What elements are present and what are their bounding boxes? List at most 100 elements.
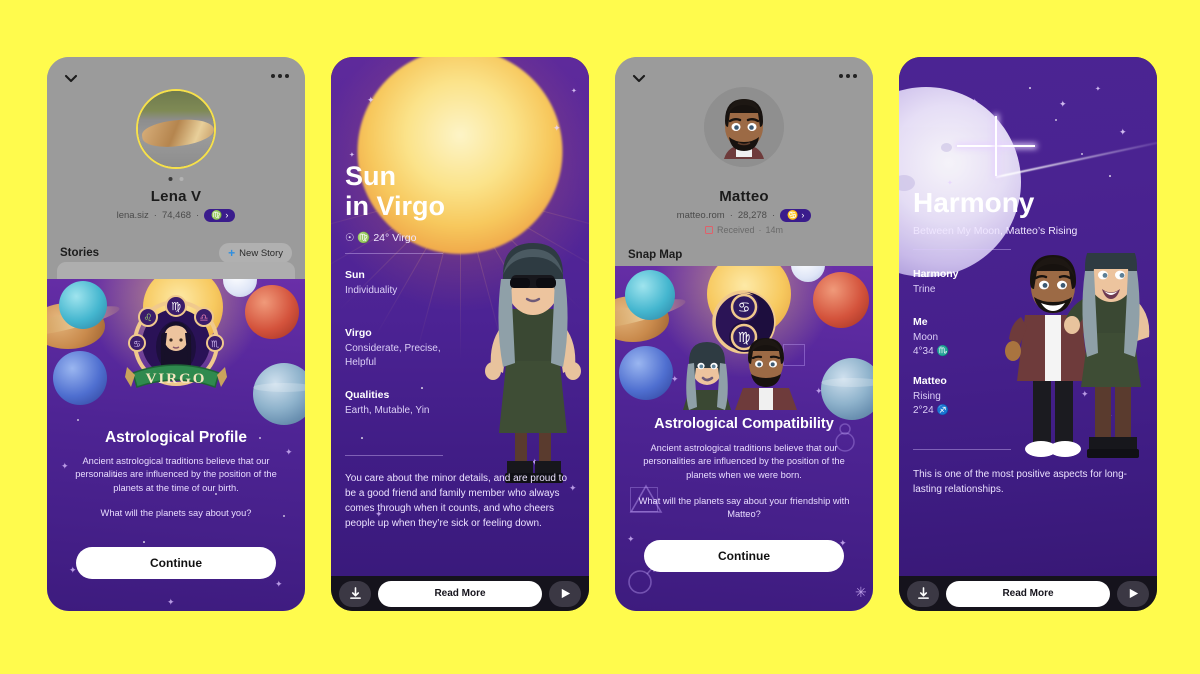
meta-dot: · <box>771 210 776 221</box>
detail-paragraph: This is one of the most positive aspects… <box>913 469 1127 495</box>
status-label: Received <box>716 225 755 235</box>
meta-dot: · <box>758 225 762 235</box>
meta-dot: · <box>196 210 200 221</box>
section-title: Stories <box>60 247 99 259</box>
card-body: Ancient astrological traditions believe … <box>643 443 845 480</box>
continue-button[interactable]: Continue <box>644 540 844 572</box>
divider <box>345 455 443 456</box>
avatar[interactable] <box>136 89 216 169</box>
more-options-icon[interactable] <box>271 74 289 78</box>
bitmoji-lena-head <box>677 338 737 410</box>
detail-title: Harmony <box>913 187 1035 218</box>
zodiac-glyph-icon: ♍ <box>211 210 223 220</box>
download-icon[interactable] <box>339 580 371 607</box>
block-value-virgo: Considerate, Precise, Helpful <box>345 343 441 368</box>
svg-text:♏: ♏ <box>211 340 219 350</box>
card-question: What will the planets say about you? <box>100 508 252 518</box>
continue-button[interactable]: Continue <box>76 547 276 579</box>
stories-section-header: Stories + New Story <box>47 243 305 263</box>
phone-harmony: ✦ ✦ ✦ ✦ ✦ ✦ ✦ ✦ ✦ ✕ <box>899 57 1157 611</box>
read-more-button[interactable]: Read More <box>946 580 1110 607</box>
chevron-right-icon: › <box>225 210 229 220</box>
block-degree-matteo: 2°24 ♐ <box>913 404 949 418</box>
block-value-me: Moon <box>913 332 939 343</box>
snapscore: 28,278 <box>737 210 767 221</box>
status-time: 14m <box>765 225 784 235</box>
profile-meta: matteo.rom · 28,278 · ♋ › <box>615 209 873 222</box>
bitmoji-matteo-head <box>733 334 799 410</box>
page-title: Matteo <box>719 188 769 205</box>
snapscore: 74,468 <box>161 210 192 221</box>
svg-text:♍: ♍ <box>171 300 181 313</box>
page-title: Lena V <box>150 188 202 205</box>
card-body: Ancient astrological traditions believe … <box>75 456 277 493</box>
meta-dot: · <box>153 210 157 221</box>
section-title: Snap Map <box>628 249 683 261</box>
bottom-action-bar: Read More <box>899 576 1157 611</box>
virgo-emblem: ♍ ♌ ♎ ♋ ♏ VIRGO <box>121 295 231 407</box>
send-icon[interactable] <box>1117 580 1149 607</box>
detail-position-line: ☉ ♍ 24° Virgo <box>345 232 417 244</box>
phone-sun-in-virgo: ✦ ✦ ✦ ✦ ✦ ✦ ✦ Sun in Virgo ☉ ♍ 24° Virgo… <box>331 57 589 611</box>
detail-title-line2: in Virgo <box>345 191 446 221</box>
card-question: What will the planets say about your fri… <box>638 496 850 520</box>
avatar-pager-dots <box>168 177 184 181</box>
astrological-profile-card: ✦ ✦ ✦ ✦ ✦ ♍ ♌ ♎ ♋ ♏ VIRGO Astrological P… <box>47 279 305 611</box>
block-degree-me: 4°34 ♏ <box>913 345 949 359</box>
detail-title-line1: Sun <box>345 161 396 191</box>
degree-value: 2°24 <box>913 405 934 416</box>
block-value-matteo: Rising <box>913 391 941 402</box>
divider <box>913 449 1011 450</box>
bitmoji-lena <box>477 235 589 485</box>
block-label-matteo: Matteo <box>913 375 947 387</box>
block-label-me: Me <box>913 316 928 328</box>
phone-profile-lena: Lena V lena.siz · 74,468 · ♍ › Stories +… <box>47 57 305 611</box>
zodiac-glyph-icon: ♋ <box>787 210 799 220</box>
download-icon[interactable] <box>907 580 939 607</box>
zodiac-badge[interactable]: ♋ › <box>780 209 812 222</box>
card-title: Astrological Profile <box>104 429 248 446</box>
screenshot-stage: Lena V lena.siz · 74,468 · ♍ › Stories +… <box>0 0 1200 674</box>
svg-text:VIRGO: VIRGO <box>146 371 207 387</box>
block-value-qualities: Earth, Mutable, Yin <box>345 405 430 416</box>
svg-text:♌: ♌ <box>144 313 153 324</box>
send-icon[interactable] <box>549 580 581 607</box>
degree-value: 4°34 <box>913 346 934 357</box>
block-label-qualities: Qualities <box>345 389 390 401</box>
zodiac-glyph-icon: ♏ <box>936 346 949 357</box>
phone-profile-matteo: Matteo matteo.rom · 28,278 · ♋ › Receive… <box>615 57 873 611</box>
snapmap-section-header: Snap Map <box>615 249 873 261</box>
chevron-down-icon[interactable] <box>63 70 79 86</box>
detail-paragraph: You care about the minor details, and ar… <box>345 473 568 529</box>
username: matteo.rom <box>676 210 725 221</box>
zodiac-badge[interactable]: ♍ › <box>204 209 236 222</box>
plus-icon: + <box>228 246 236 260</box>
block-label-harmony: Harmony <box>913 268 959 280</box>
block-value-harmony: Trine <box>913 284 936 295</box>
astro-detail-screen: ✦ ✦ ✦ ✦ ✦ ✦ ✦ ✦ ✦ ✕ <box>899 57 1157 611</box>
new-story-label: New Story <box>239 247 283 259</box>
bottom-action-bar: Read More <box>331 576 589 611</box>
svg-text:♋: ♋ <box>738 300 751 316</box>
chevron-down-icon[interactable] <box>631 70 647 86</box>
zodiac-glyph-icon: ♐ <box>936 405 949 416</box>
received-snap-icon <box>704 226 713 234</box>
svg-text:♎: ♎ <box>200 313 209 324</box>
meta-dot: · <box>729 210 733 221</box>
username: lena.siz <box>116 210 149 221</box>
more-options-icon[interactable] <box>839 74 857 78</box>
block-value-sun: Individuality <box>345 285 398 296</box>
astro-detail-screen: ✦ ✦ ✦ ✦ ✦ ✦ ✦ Sun in Virgo ☉ ♍ 24° Virgo… <box>331 57 589 611</box>
svg-text:♋: ♋ <box>133 340 141 350</box>
detail-subtitle: Between My Moon, Matteo’s Rising <box>913 225 1078 237</box>
divider <box>345 253 443 254</box>
divider <box>913 249 1011 250</box>
snap-status: Received · 14m <box>615 225 873 235</box>
read-more-button[interactable]: Read More <box>378 580 542 607</box>
bitmoji-avatar[interactable] <box>704 87 784 167</box>
new-story-button[interactable]: + New Story <box>219 243 292 263</box>
card-title: Astrological Compatibility <box>654 416 834 432</box>
block-label-sun: Sun <box>345 269 365 281</box>
chevron-right-icon: › <box>801 210 805 220</box>
profile-meta: lena.siz · 74,468 · ♍ › <box>47 209 305 222</box>
